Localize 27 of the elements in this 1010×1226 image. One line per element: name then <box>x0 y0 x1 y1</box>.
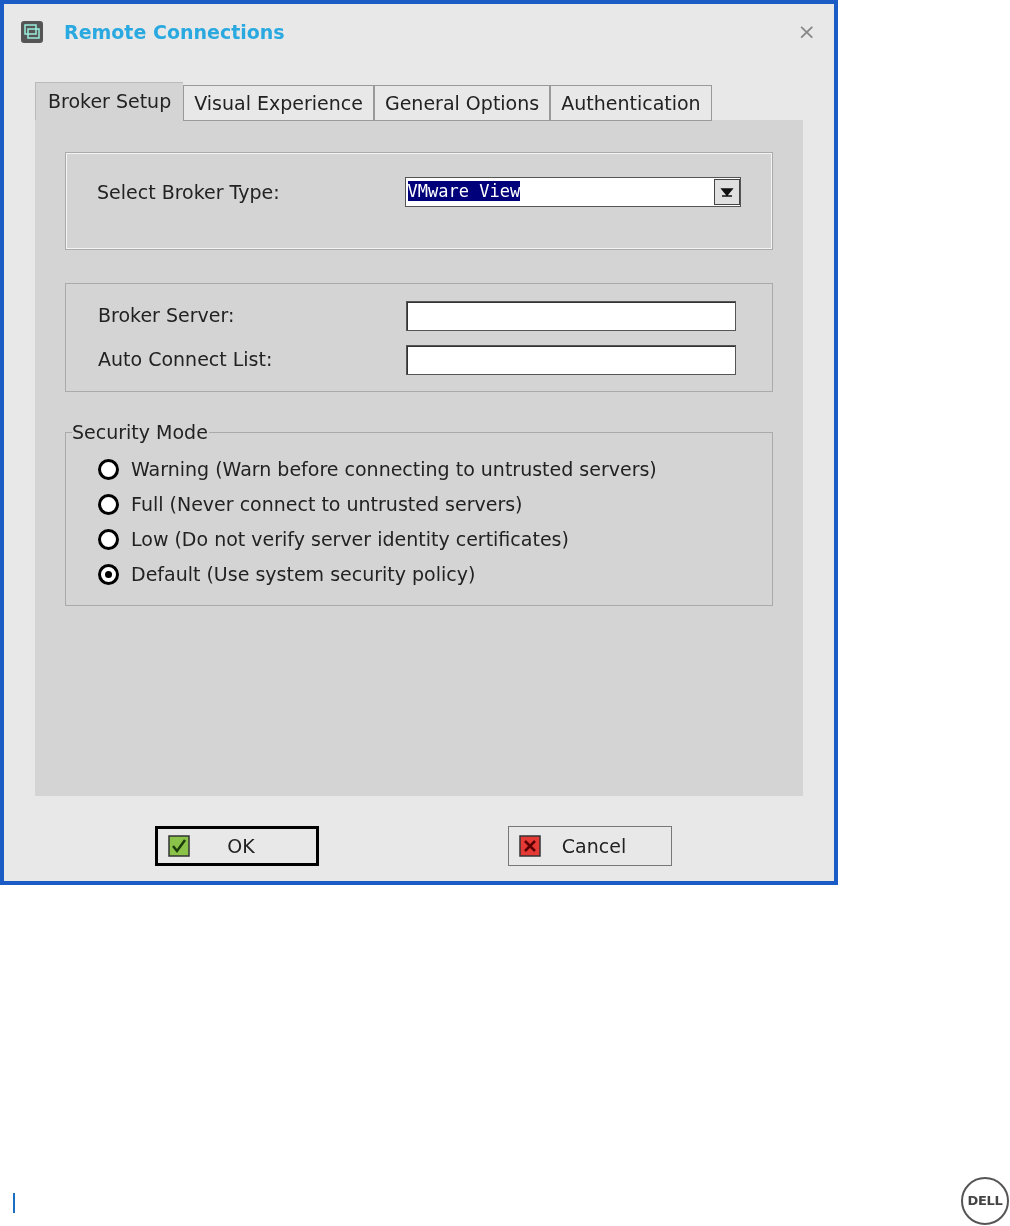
tab[interactable]: Authentication <box>550 85 712 121</box>
field-label: Broker Server: <box>98 303 236 329</box>
broker-type-dropdown[interactable]: VMware View <box>404 177 741 207</box>
tab[interactable]: Visual Experience <box>183 85 374 121</box>
tab[interactable]: General Options <box>373 85 551 121</box>
radio-label: Low (Do not verify server identity certificates) <box>131 527 569 551</box>
radio-button[interactable] <box>98 563 119 585</box>
radio-button[interactable] <box>98 528 119 550</box>
checkmark-icon <box>168 835 190 857</box>
cancel-button[interactable]: Cancel <box>508 826 672 866</box>
radio-button[interactable] <box>98 458 119 480</box>
field-label: Select Broker Type: <box>97 179 281 205</box>
dropdown-value: VMware View <box>407 181 521 202</box>
input-field[interactable] <box>406 300 736 331</box>
window-title: Remote Connections <box>64 19 285 45</box>
footer-rule <box>13 1193 15 1213</box>
close-icon <box>519 835 541 857</box>
field-label: Auto Connect List: <box>98 347 274 373</box>
radio-button[interactable] <box>98 493 119 515</box>
ok-button[interactable]: OK <box>155 826 319 866</box>
tab[interactable]: Broker Setup <box>35 82 184 120</box>
radio-label: Default (Use system security policy) <box>131 562 476 586</box>
input-field[interactable] <box>406 344 736 375</box>
window-icon <box>20 20 44 44</box>
radio-label: Full (Never connect to untrusted servers) <box>131 492 523 516</box>
logo: DELL <box>961 1177 1009 1225</box>
radio-label: Warning (Warn before connecting to untrusted servers) <box>131 457 657 481</box>
